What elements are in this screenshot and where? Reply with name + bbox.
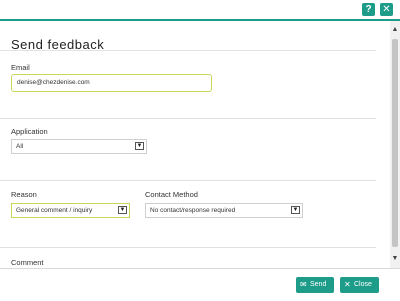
reason-label: Reason [11, 190, 37, 199]
reason-select[interactable]: General comment / inquiry ▼ [11, 203, 130, 218]
reason-selected-value: General comment / inquiry [16, 207, 93, 214]
email-field[interactable]: denise@chezdenise.com [11, 74, 212, 92]
title-bar: ? ✕ [0, 0, 400, 19]
contact-method-selected-value: No contact/response required [150, 207, 236, 214]
feedback-form: Send feedback Email denise@chezdenise.co… [0, 21, 390, 268]
contact-method-select[interactable]: No contact/response required ▼ [145, 203, 303, 218]
application-selected-value: All [16, 143, 24, 150]
chevron-down-icon[interactable]: ▼ [118, 206, 127, 214]
close-button-label: Close [354, 281, 372, 288]
chevron-down-icon[interactable]: ▼ [291, 206, 300, 214]
scroll-up-icon[interactable]: ▲ [390, 25, 400, 35]
section-divider [0, 118, 376, 119]
send-button[interactable]: ✉ Send [296, 277, 334, 293]
comment-label: Comment [11, 258, 44, 267]
send-icon: ✉ [300, 280, 307, 289]
application-select[interactable]: All ▼ [11, 139, 147, 154]
scrollbar-thumb[interactable] [392, 39, 398, 247]
section-divider [0, 180, 376, 181]
close-icon[interactable]: ✕ [380, 3, 393, 16]
title-divider [0, 50, 376, 51]
scrollbar[interactable]: ▲ ▼ [390, 21, 400, 268]
help-icon[interactable]: ? [362, 3, 375, 16]
dialog-footer: ✉ Send ✕ Close [0, 268, 400, 301]
email-label: Email [11, 63, 30, 72]
chevron-down-icon[interactable]: ▼ [135, 142, 144, 150]
scroll-down-icon[interactable]: ▼ [390, 254, 400, 264]
close-button[interactable]: ✕ Close [340, 277, 379, 293]
contact-method-label: Contact Method [145, 190, 198, 199]
send-button-label: Send [310, 281, 327, 288]
close-icon: ✕ [344, 280, 351, 289]
application-label: Application [11, 127, 48, 136]
section-divider [0, 247, 376, 248]
